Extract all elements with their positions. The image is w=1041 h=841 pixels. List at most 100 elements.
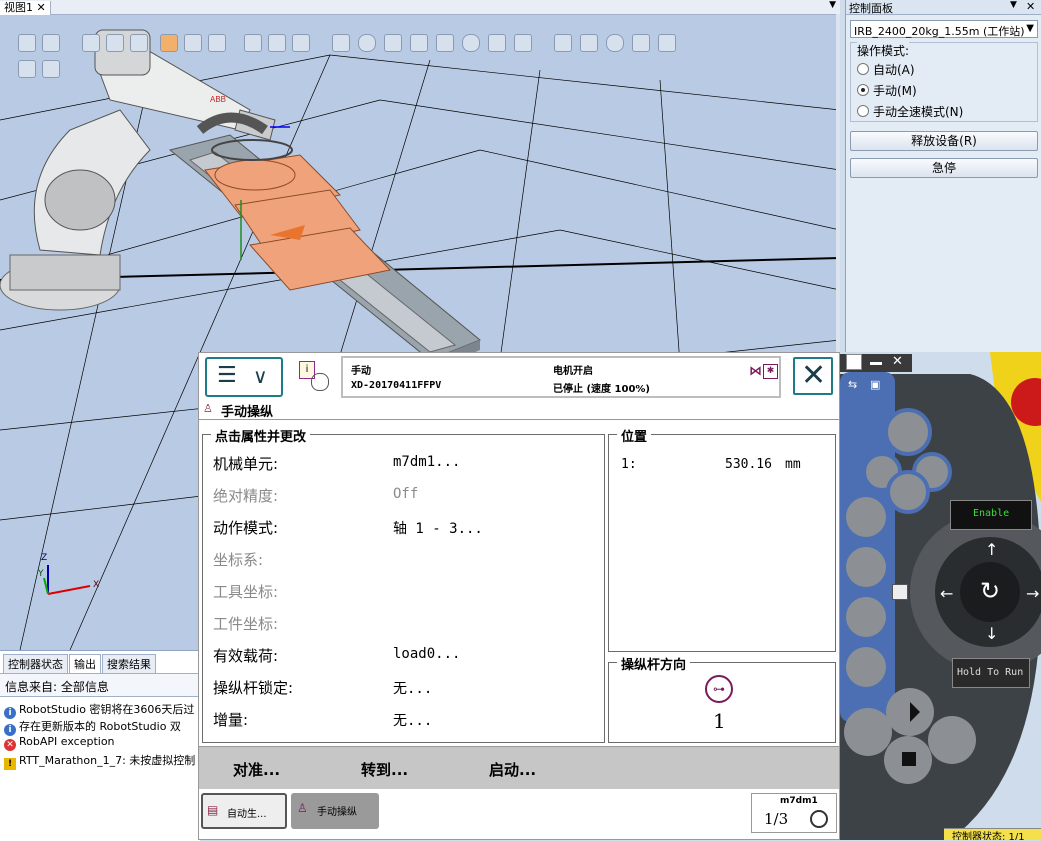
snap-center-icon[interactable]	[184, 34, 202, 52]
position-index: 1:	[621, 457, 637, 472]
restore-icon[interactable]	[846, 354, 862, 370]
swap-icon[interactable]: ⇆	[848, 378, 857, 391]
snap-end-icon[interactable]	[268, 34, 286, 52]
unit-name: m7dm1	[780, 796, 818, 806]
select-part-icon[interactable]	[106, 34, 124, 52]
camera-icon[interactable]: ▣	[870, 378, 880, 391]
move-icon[interactable]	[554, 34, 572, 52]
tab-output[interactable]: 输出	[69, 654, 101, 674]
output-filter[interactable]: 信息来自: 全部信息	[0, 673, 200, 697]
controller-status-bar: 控制器状态: 1/1	[944, 828, 1041, 840]
measure-line-icon[interactable]	[384, 34, 402, 52]
property-row-abs-accuracy: 绝对精度: Off	[203, 479, 603, 511]
property-value: 无...	[393, 681, 433, 697]
flexpendant-screen: ☰ ∨ i 手动 XD-20170411FFPV 电机开启 已停止 (速度 10…	[198, 352, 840, 840]
mode-manual-label: 手动(M)	[873, 84, 917, 98]
measure-point-icon[interactable]	[332, 34, 350, 52]
emergency-stop-button[interactable]: 急停	[850, 158, 1038, 178]
snap-mid-icon[interactable]	[292, 34, 310, 52]
property-value: m7dm1...	[393, 454, 461, 470]
event-log-icon[interactable]: i	[297, 359, 333, 395]
property-row-increment[interactable]: 增量: 无...	[203, 703, 603, 735]
tab-controller-status[interactable]: 控制器状态	[3, 654, 68, 674]
stop-icon[interactable]	[42, 60, 60, 78]
output-message-text: RobAPI exception	[19, 735, 115, 748]
mode-manual-full-label: 手动全速模式(N)	[873, 105, 964, 119]
flexpendant-hardware: ✕ ⇆ ▣ Enable Hold To Run ↻ ↑ ↓ ← → 控制器状态…	[840, 352, 1041, 840]
position-value: 530.16	[725, 457, 772, 472]
enable-label: Enable	[973, 508, 1010, 519]
jog-icon: ♙	[203, 402, 213, 415]
close-icon[interactable]: ✕	[892, 354, 903, 369]
user-icon	[311, 373, 329, 391]
property-row-joystick-lock[interactable]: 操纵杆锁定: 无...	[203, 671, 603, 703]
mode-group-label: 操作模式:	[857, 42, 910, 59]
station-select[interactable]: IRB_2400_20kg_1.55m (工作站) ▼	[850, 20, 1038, 38]
property-row-payload[interactable]: 有效载荷: load0...	[203, 639, 603, 671]
property-label: 工具坐标:	[213, 583, 279, 601]
abb-menu-button[interactable]: ☰ ∨	[205, 357, 283, 397]
joystick-knob[interactable]	[840, 598, 900, 622]
output-message[interactable]: ✕ RobAPI exception	[4, 735, 115, 751]
arrow-down-icon[interactable]: ↓	[985, 624, 998, 643]
output-message[interactable]: i 存在更新版本的 RobotStudio 双	[4, 718, 181, 736]
dropdown-icon[interactable]: ▼	[1010, 0, 1017, 10]
properties-group: 点击属性并更改 机械单元: m7dm1... 绝对精度: Off 动作模式: 轴…	[202, 426, 605, 743]
goto-button[interactable]: 转到...	[361, 759, 408, 780]
measure-circle-icon[interactable]	[358, 34, 376, 52]
close-icon[interactable]: ✕	[1026, 0, 1035, 13]
align-button[interactable]: 对准...	[233, 759, 280, 780]
property-label: 动作模式:	[213, 519, 279, 537]
play-icon[interactable]	[18, 60, 36, 78]
gear-icon: ✱	[763, 364, 778, 379]
jog-reorient-icon[interactable]	[658, 34, 676, 52]
select-group-icon[interactable]	[130, 34, 148, 52]
close-icon: ✕	[801, 358, 827, 393]
jog-joint-icon[interactable]	[606, 34, 624, 52]
close-app-button[interactable]: ✕	[793, 357, 833, 395]
tab-search-results[interactable]: 搜索结果	[102, 654, 156, 674]
minimize-icon[interactable]	[870, 362, 882, 365]
task-auto-gen[interactable]: ▤ 自动生...	[201, 793, 287, 829]
arrow-right-icon[interactable]: →	[1026, 584, 1039, 603]
property-value: Off	[393, 486, 419, 502]
dropdown-icon[interactable]: ▼	[829, 0, 836, 10]
warning-icon: !	[4, 758, 16, 770]
release-device-button[interactable]: 释放设备(R)	[850, 131, 1038, 151]
station-select-value: IRB_2400_20kg_1.55m (工作站)	[854, 25, 1025, 38]
snap-grid-icon[interactable]	[244, 34, 262, 52]
property-label: 增量:	[213, 711, 249, 729]
radio-icon	[857, 105, 869, 117]
jog-linear-icon[interactable]	[632, 34, 650, 52]
start-button[interactable]: 启动...	[489, 759, 536, 780]
control-panel-header: 控制面板 ▼ ✕	[846, 0, 1041, 15]
status-controller: XD-20170411FFPV	[351, 380, 442, 391]
arrow-left-icon[interactable]: ←	[940, 584, 953, 603]
task-label: 手动操纵	[317, 807, 357, 818]
task-jogging[interactable]: ♙ 手动操纵	[291, 793, 379, 829]
enable-button[interactable]: Enable	[950, 500, 1032, 530]
frame-icon[interactable]	[42, 34, 60, 52]
property-row-motion-mode[interactable]: 动作模式: 轴 1 - 3...	[203, 511, 603, 543]
output-message[interactable]: i RobotStudio 密钥将在3606天后过	[4, 701, 194, 719]
measure-distance-icon[interactable]	[488, 34, 506, 52]
hold-to-run-button[interactable]: Hold To Run	[952, 658, 1030, 688]
arrow-up-icon[interactable]: ↑	[985, 540, 998, 559]
snap-object-icon[interactable]	[160, 34, 178, 52]
tab-view1[interactable]: 视图1 ✕	[0, 1, 51, 15]
page-title: 手动操纵	[221, 405, 274, 420]
rotate-icon[interactable]	[580, 34, 598, 52]
measure-diameter-icon[interactable]	[436, 34, 454, 52]
snap-edge-icon[interactable]	[208, 34, 226, 52]
output-message[interactable]: ! RTT_Marathon_1_7: 未按虚拟控制	[4, 752, 195, 770]
measure-min-icon[interactable]	[462, 34, 480, 52]
output-window: 控制器状态 输出 搜索结果 信息来自: 全部信息 i RobotStudio 密钥将在…	[0, 650, 200, 841]
unit-badge[interactable]: m7dm1 1/3	[751, 793, 837, 833]
select-icon[interactable]	[82, 34, 100, 52]
unit-fraction: 1/3	[764, 810, 789, 828]
property-row-mech-unit[interactable]: 机械单元: m7dm1...	[203, 447, 603, 479]
close-icon[interactable]: ✕	[37, 1, 46, 14]
view-icon[interactable]	[18, 34, 36, 52]
clear-measure-icon[interactable]	[514, 34, 532, 52]
measure-angle-icon[interactable]	[410, 34, 428, 52]
